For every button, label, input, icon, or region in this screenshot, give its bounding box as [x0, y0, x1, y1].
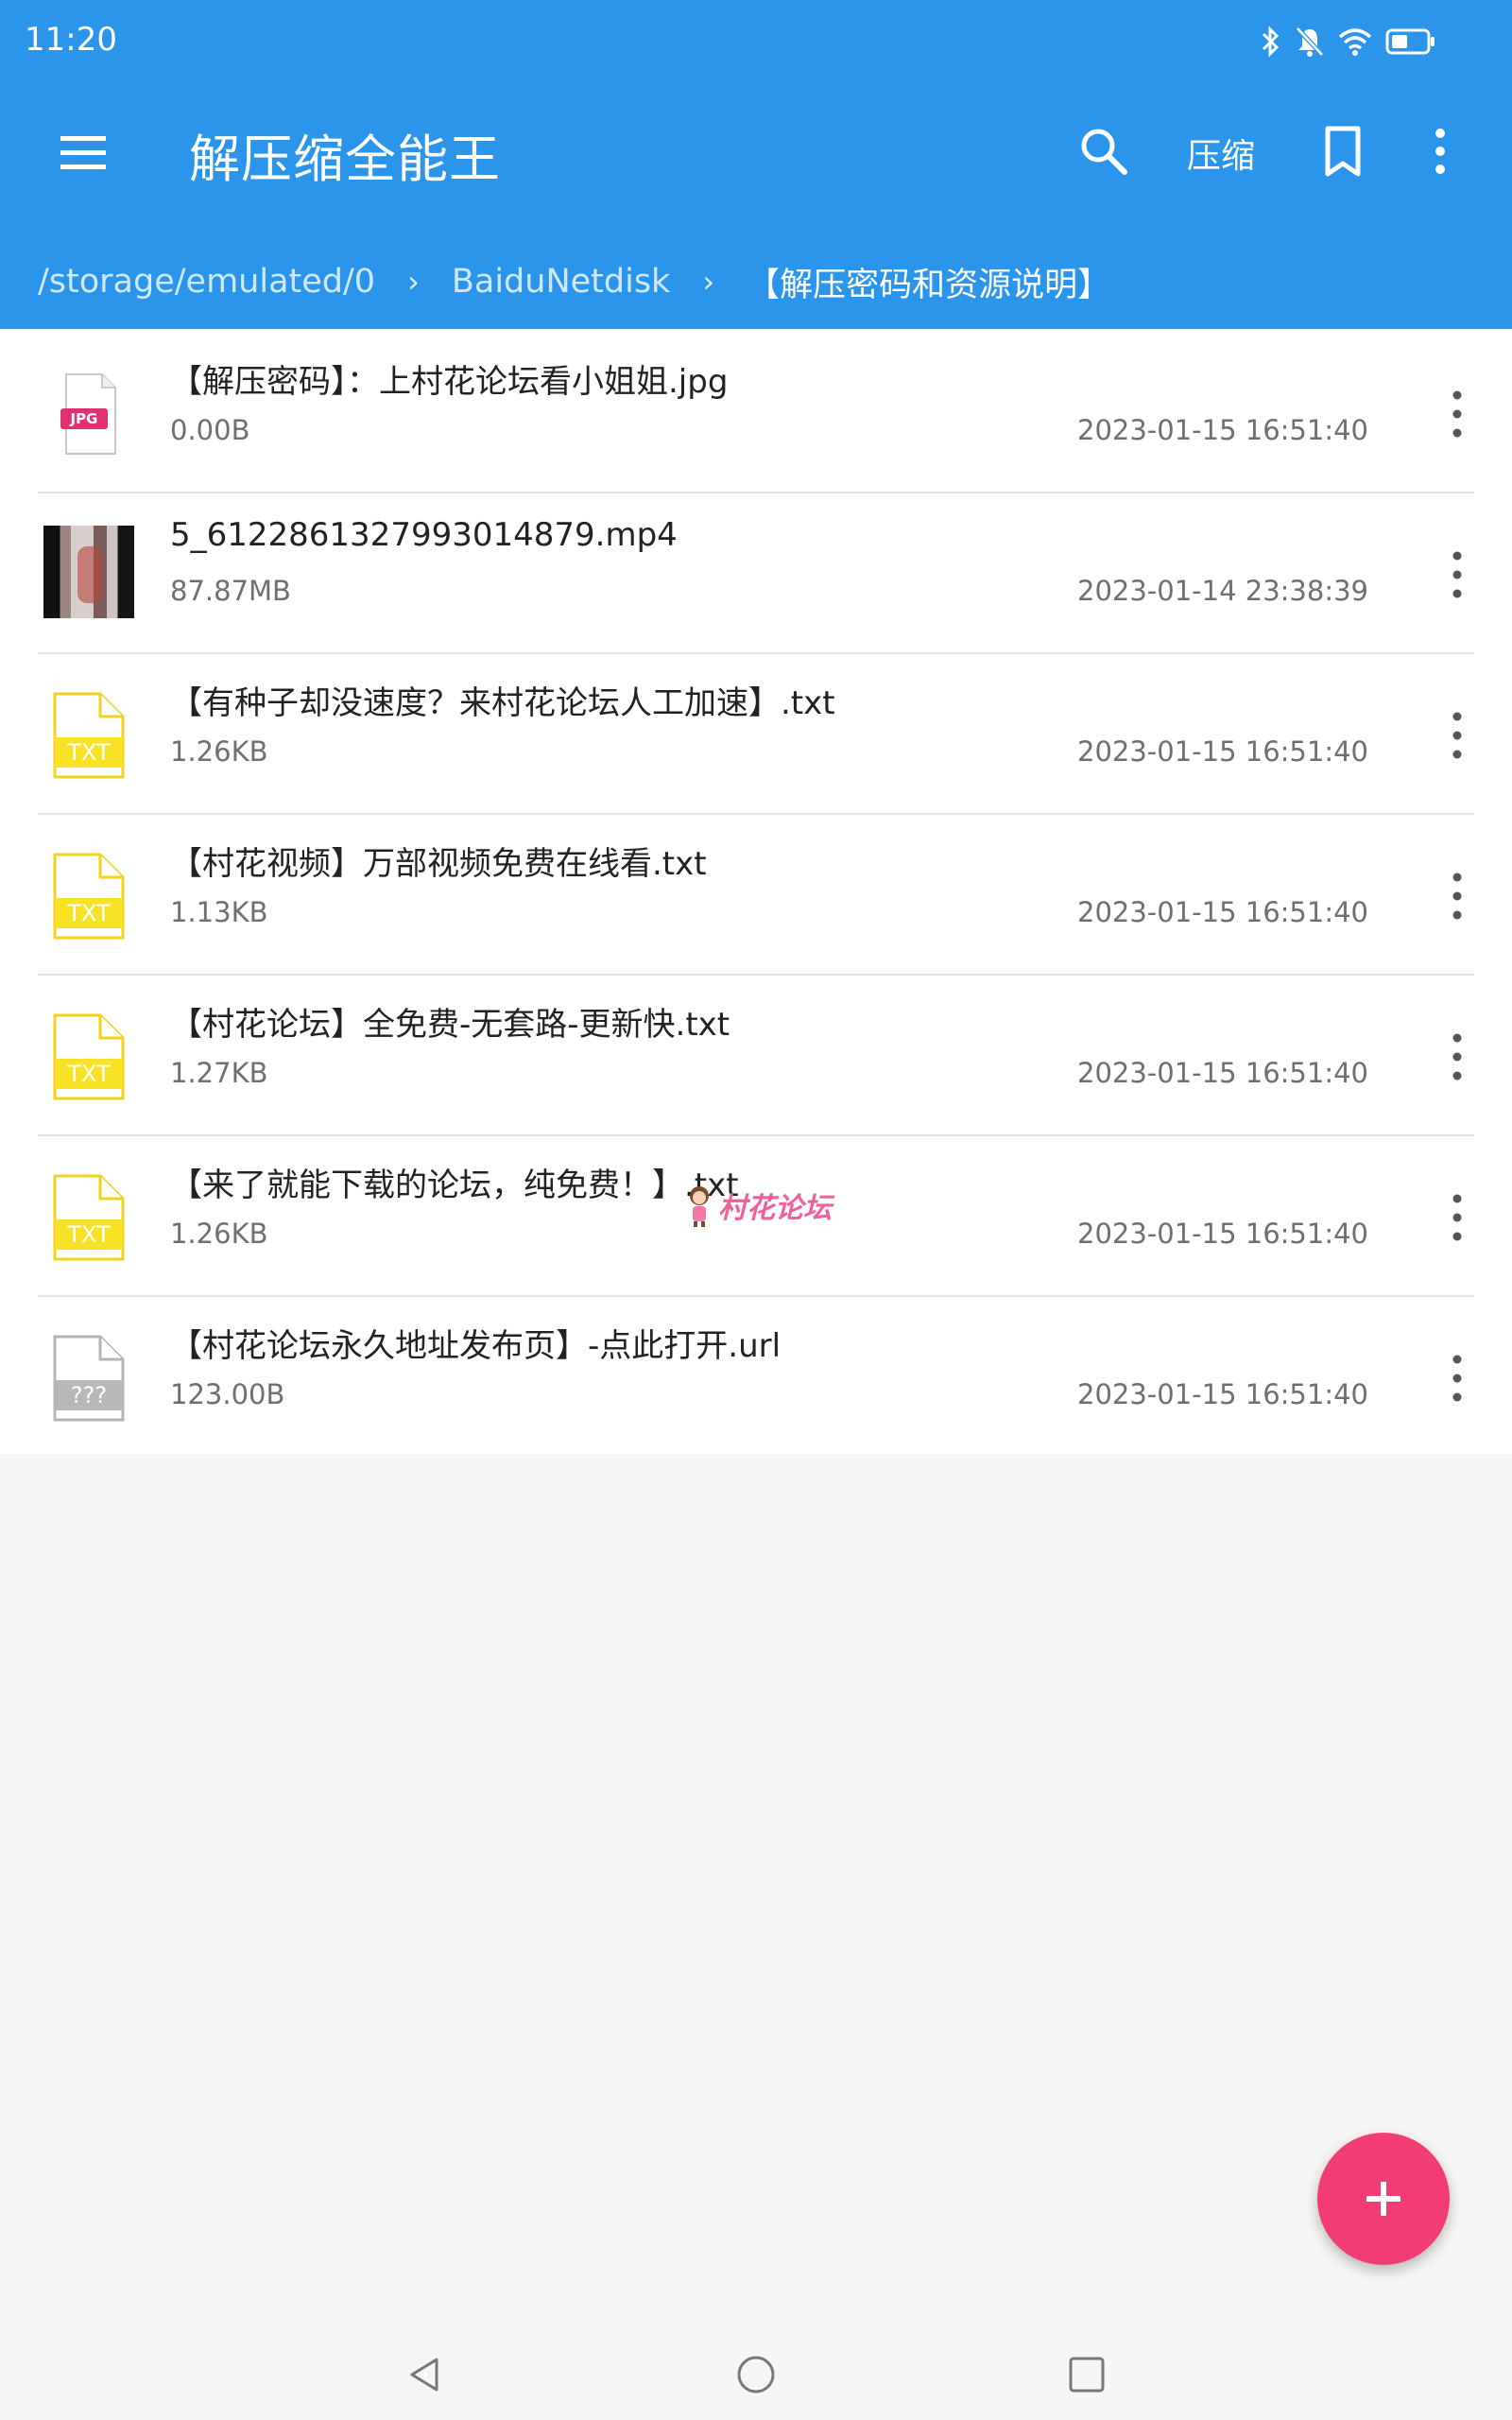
file-date: 2023-01-15 16:51:40: [1077, 896, 1368, 928]
bookmark-icon[interactable]: [1319, 125, 1366, 178]
search-icon[interactable]: [1077, 125, 1130, 178]
back-icon[interactable]: [404, 2354, 446, 2395]
svg-text:???: ???: [71, 1382, 107, 1409]
file-date: 2023-01-15 16:51:40: [1077, 1218, 1368, 1250]
more-options-icon[interactable]: [1446, 1191, 1469, 1244]
breadcrumb-item-current[interactable]: 【解压密码和资源说明】: [747, 258, 1110, 306]
more-options-icon[interactable]: [1423, 125, 1457, 178]
svg-text:TXT: TXT: [66, 1061, 111, 1087]
file-size: 123.00B: [170, 1378, 285, 1410]
watermark: 村花论坛: [684, 1184, 832, 1227]
file-row[interactable]: TXT 【村花论坛】全免费-无套路-更新快.txt 1.27KB 2023-01…: [0, 974, 1512, 1134]
file-date: 2023-01-15 16:51:40: [1077, 1378, 1368, 1410]
bluetooth-icon: [1262, 26, 1280, 58]
status-icons: [1261, 21, 1436, 62]
chevron-right-icon: ›: [407, 264, 420, 300]
file-name: 【解压密码】：上村花论坛看小姐姐.jpg: [170, 363, 729, 401]
more-options-icon[interactable]: [1446, 548, 1469, 601]
video-thumbnail: [43, 526, 134, 618]
menu-icon[interactable]: [57, 127, 110, 180]
more-options-icon[interactable]: [1446, 1030, 1469, 1083]
app-title: 解压缩全能王: [189, 130, 501, 189]
mute-notification-icon: [1296, 26, 1324, 57]
file-date: 2023-01-15 16:51:40: [1077, 735, 1368, 768]
breadcrumb-item-baidunetdisk[interactable]: BaiduNetdisk: [452, 263, 670, 301]
more-options-icon[interactable]: [1446, 870, 1469, 923]
chevron-right-icon: ›: [702, 264, 715, 300]
txt-file-icon: TXT: [53, 1013, 125, 1100]
home-icon[interactable]: [735, 2354, 777, 2395]
watermark-character-icon: [690, 1186, 709, 1227]
file-date: 2023-01-14 23:38:39: [1077, 575, 1368, 607]
file-name: 5_6122861327993014879.mp4: [170, 516, 678, 554]
file-row[interactable]: ??? 【村花论坛永久地址发布页】-点此打开.url 123.00B 2023-…: [0, 1295, 1512, 1456]
file-list: JPG 【解压密码】：上村花论坛看小姐姐.jpg 0.00B 2023-01-1…: [0, 331, 1512, 1454]
file-size: 1.26KB: [170, 1218, 268, 1250]
file-row[interactable]: TXT 【有种子却没速度？来村花论坛人工加速】.txt 1.26KB 2023-…: [0, 652, 1512, 813]
svg-text:TXT: TXT: [66, 739, 111, 766]
txt-file-icon: TXT: [53, 1174, 125, 1261]
file-row[interactable]: TXT 【村花视频】万部视频免费在线看.txt 1.13KB 2023-01-1…: [0, 813, 1512, 974]
file-size: 1.26KB: [170, 735, 268, 768]
file-name: 【有种子却没速度？来村花论坛人工加速】.txt: [170, 684, 835, 722]
battery-icon: [1385, 28, 1435, 55]
file-row[interactable]: 5_6122861327993014879.mp4 87.87MB 2023-0…: [0, 492, 1512, 652]
more-options-icon[interactable]: [1446, 388, 1469, 441]
more-options-icon[interactable]: [1446, 1352, 1469, 1405]
system-nav-bar: [0, 2335, 1512, 2420]
more-options-icon[interactable]: [1446, 709, 1469, 762]
file-size: 1.13KB: [170, 896, 268, 928]
breadcrumb-item-root[interactable]: /storage/emulated/0: [38, 263, 375, 301]
compress-button[interactable]: 压缩: [1187, 129, 1255, 178]
svg-text:JPG: JPG: [70, 410, 98, 427]
breadcrumb: /storage/emulated/0 › BaiduNetdisk › 【解压…: [0, 244, 1512, 320]
file-row[interactable]: JPG 【解压密码】：上村花论坛看小姐姐.jpg 0.00B 2023-01-1…: [0, 331, 1512, 492]
file-date: 2023-01-15 16:51:40: [1077, 414, 1368, 446]
svg-text:TXT: TXT: [66, 1221, 111, 1248]
plus-icon: [1366, 2182, 1400, 2216]
file-size: 0.00B: [170, 414, 250, 446]
jpg-file-icon: JPG: [60, 373, 116, 455]
file-size: 87.87MB: [170, 575, 291, 607]
file-name: 【村花论坛永久地址发布页】-点此打开.url: [170, 1327, 782, 1365]
toolbar: 解压缩全能王 压缩: [0, 104, 1512, 199]
file-size: 1.27KB: [170, 1057, 268, 1089]
app-bar: 11:20 解压缩全能王 压缩 /storage/emulated/0 › Ba…: [0, 0, 1512, 329]
file-date: 2023-01-15 16:51:40: [1077, 1057, 1368, 1089]
recent-apps-icon[interactable]: [1066, 2354, 1108, 2395]
txt-file-icon: TXT: [53, 853, 125, 940]
file-name: 【村花论坛】全免费-无套路-更新快.txt: [170, 1006, 730, 1044]
status-time: 11:20: [25, 21, 117, 59]
svg-text:TXT: TXT: [66, 900, 111, 926]
watermark-text: 村花论坛: [718, 1192, 832, 1225]
add-button[interactable]: [1317, 2133, 1450, 2265]
txt-file-icon: TXT: [53, 692, 125, 779]
file-name: 【来了就能下载的论坛，纯免费！】.txt: [170, 1167, 739, 1204]
unknown-file-icon: ???: [53, 1335, 125, 1422]
wifi-icon: [1338, 28, 1372, 56]
file-name: 【村花视频】万部视频免费在线看.txt: [170, 845, 707, 883]
